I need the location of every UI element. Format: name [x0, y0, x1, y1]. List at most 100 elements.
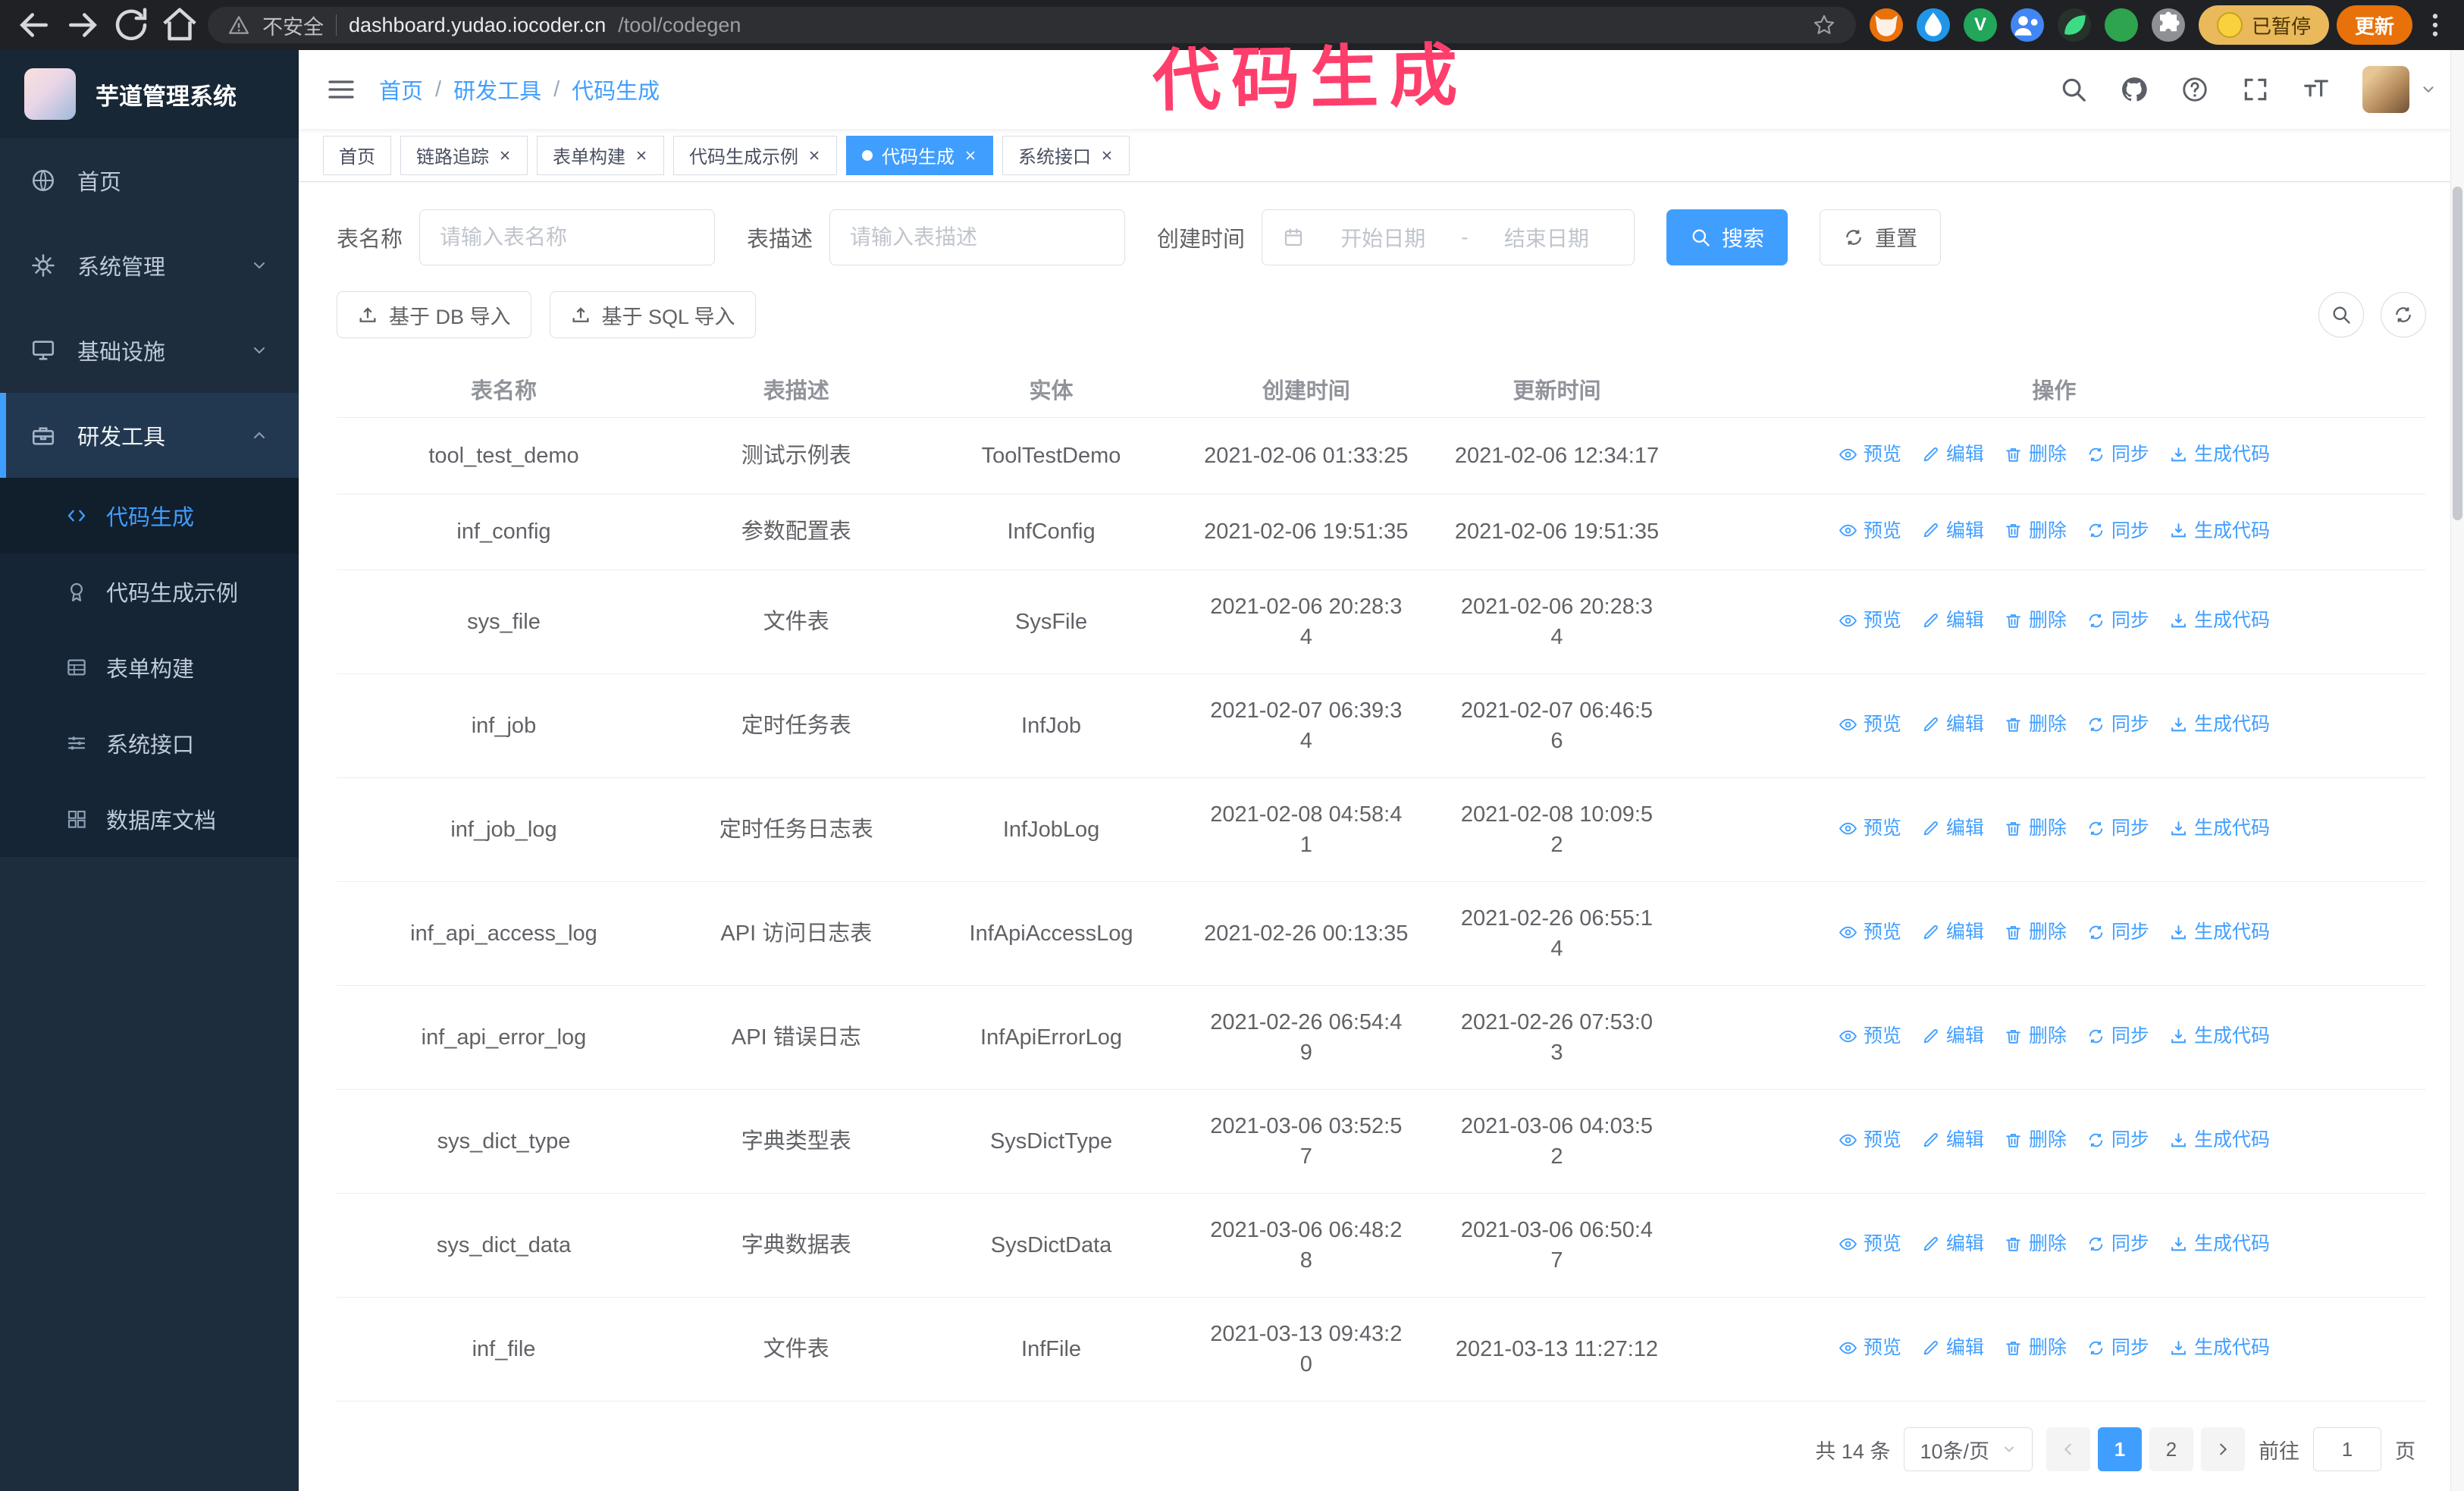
- sidebar-item-form-builder[interactable]: 表单构建: [0, 629, 299, 705]
- action-delete[interactable]: 删除: [2004, 605, 2067, 636]
- import-db-button[interactable]: 基于 DB 导入: [337, 291, 531, 338]
- date-range-picker[interactable]: 开始日期 - 结束日期: [1262, 209, 1635, 265]
- browser-update-button[interactable]: 更新: [2336, 5, 2412, 45]
- action-preview[interactable]: 预览: [1839, 1229, 1901, 1259]
- action-generate-code[interactable]: 生成代码: [2169, 439, 2270, 469]
- action-preview[interactable]: 预览: [1839, 516, 1901, 546]
- action-generate-code[interactable]: 生成代码: [2169, 516, 2270, 546]
- import-sql-button[interactable]: 基于 SQL 导入: [549, 291, 756, 338]
- address-bar[interactable]: 不安全 dashboard.yudao.iocoder.cn /tool/cod…: [208, 7, 1856, 43]
- sidebar-item-codegen[interactable]: 代码生成: [0, 478, 299, 554]
- table-desc-input[interactable]: [829, 209, 1126, 265]
- pagination-prev-button[interactable]: [2046, 1427, 2090, 1471]
- sidebar-item-dev-tools[interactable]: 研发工具: [0, 393, 299, 478]
- help-icon[interactable]: [2180, 75, 2209, 104]
- sidebar-item-codegen-example[interactable]: 代码生成示例: [0, 554, 299, 629]
- action-sync[interactable]: 同步: [2086, 439, 2149, 469]
- tab-close-icon[interactable]: [498, 149, 512, 162]
- action-edit[interactable]: 编辑: [1921, 917, 1984, 947]
- github-icon[interactable]: [2120, 75, 2149, 104]
- reset-button[interactable]: 重置: [1820, 209, 1942, 265]
- tab-home[interactable]: 首页: [323, 135, 391, 175]
- action-edit[interactable]: 编辑: [1921, 439, 1984, 469]
- scrollbar-thumb[interactable]: [2453, 187, 2462, 520]
- action-sync[interactable]: 同步: [2086, 1332, 2149, 1363]
- browser-reload-icon[interactable]: [111, 5, 152, 46]
- action-generate-code[interactable]: 生成代码: [2169, 1021, 2270, 1051]
- action-sync[interactable]: 同步: [2086, 917, 2149, 947]
- sidebar-item-home[interactable]: 首页: [0, 138, 299, 223]
- sidebar-item-db-doc[interactable]: 数据库文档: [0, 781, 299, 857]
- browser-forward-icon[interactable]: [62, 5, 103, 46]
- ext-orange-icon[interactable]: [1869, 8, 1903, 42]
- tab-close-icon[interactable]: [1100, 149, 1114, 162]
- action-delete[interactable]: 删除: [2004, 1229, 2067, 1259]
- action-preview[interactable]: 预览: [1839, 439, 1901, 469]
- action-delete[interactable]: 删除: [2004, 709, 2067, 739]
- action-edit[interactable]: 编辑: [1921, 813, 1984, 843]
- action-generate-code[interactable]: 生成代码: [2169, 1229, 2270, 1259]
- action-preview[interactable]: 预览: [1839, 1021, 1901, 1051]
- font-size-icon[interactable]: [2302, 75, 2331, 104]
- ext-people-icon[interactable]: [2010, 8, 2044, 42]
- action-sync[interactable]: 同步: [2086, 709, 2149, 739]
- action-preview[interactable]: 预览: [1839, 917, 1901, 947]
- ext-puzzle-icon[interactable]: [2151, 8, 2185, 42]
- window-scrollbar[interactable]: [2450, 50, 2464, 1491]
- action-sync[interactable]: 同步: [2086, 605, 2149, 636]
- action-sync[interactable]: 同步: [2086, 516, 2149, 546]
- action-delete[interactable]: 删除: [2004, 1021, 2067, 1051]
- action-generate-code[interactable]: 生成代码: [2169, 813, 2270, 843]
- action-preview[interactable]: 预览: [1839, 813, 1901, 843]
- tab-tracing[interactable]: 链路追踪: [400, 135, 528, 175]
- sidebar-item-system-management[interactable]: 系统管理: [0, 223, 299, 308]
- action-generate-code[interactable]: 生成代码: [2169, 605, 2270, 636]
- action-preview[interactable]: 预览: [1839, 605, 1901, 636]
- ext-dark-icon[interactable]: [2057, 8, 2091, 42]
- action-sync[interactable]: 同步: [2086, 1229, 2149, 1259]
- browser-home-icon[interactable]: [159, 5, 200, 46]
- browser-menu-kebab-icon[interactable]: [2420, 5, 2450, 46]
- action-preview[interactable]: 预览: [1839, 1332, 1901, 1363]
- breadcrumb-item-2[interactable]: 代码生成: [572, 74, 660, 105]
- action-delete[interactable]: 删除: [2004, 1332, 2067, 1363]
- ext-blue-drop-icon[interactable]: [1916, 8, 1950, 42]
- action-edit[interactable]: 编辑: [1921, 516, 1984, 546]
- action-preview[interactable]: 预览: [1839, 1125, 1901, 1155]
- page-size-select[interactable]: 10条/页: [1904, 1427, 2033, 1471]
- action-delete[interactable]: 删除: [2004, 917, 2067, 947]
- action-preview[interactable]: 预览: [1839, 709, 1901, 739]
- action-generate-code[interactable]: 生成代码: [2169, 709, 2270, 739]
- action-edit[interactable]: 编辑: [1921, 605, 1984, 636]
- bookmark-star-icon[interactable]: [1812, 13, 1836, 37]
- action-edit[interactable]: 编辑: [1921, 709, 1984, 739]
- search-button[interactable]: 搜索: [1666, 209, 1788, 265]
- sidebar-collapse-icon[interactable]: [326, 74, 356, 105]
- tab-close-icon[interactable]: [635, 149, 648, 162]
- user-menu[interactable]: [2362, 66, 2437, 113]
- sidebar-item-system-api[interactable]: 系统接口: [0, 705, 299, 781]
- action-delete[interactable]: 删除: [2004, 813, 2067, 843]
- pagination-page-2[interactable]: 2: [2149, 1427, 2193, 1471]
- sidebar-item-infrastructure[interactable]: 基础设施: [0, 308, 299, 393]
- fullscreen-icon[interactable]: [2241, 75, 2270, 104]
- action-edit[interactable]: 编辑: [1921, 1229, 1984, 1259]
- pagination-next-button[interactable]: [2201, 1427, 2245, 1471]
- tab-system-api[interactable]: 系统接口: [1002, 135, 1130, 175]
- browser-back-icon[interactable]: [14, 5, 55, 46]
- breadcrumb-item-0[interactable]: 首页: [379, 74, 423, 105]
- refresh-table-button[interactable]: [2381, 292, 2426, 337]
- search-icon[interactable]: [2059, 75, 2088, 104]
- tab-close-icon[interactable]: [807, 149, 821, 162]
- tab-form-builder[interactable]: 表单构建: [537, 135, 664, 175]
- action-delete[interactable]: 删除: [2004, 439, 2067, 469]
- action-sync[interactable]: 同步: [2086, 1125, 2149, 1155]
- action-delete[interactable]: 删除: [2004, 1125, 2067, 1155]
- action-generate-code[interactable]: 生成代码: [2169, 1125, 2270, 1155]
- pagination-goto-input[interactable]: [2313, 1427, 2381, 1471]
- profile-paused-chip[interactable]: 已暂停: [2198, 5, 2329, 45]
- sidebar-logo[interactable]: 芋道管理系统: [0, 50, 299, 138]
- action-delete[interactable]: 删除: [2004, 516, 2067, 546]
- breadcrumb-item-1[interactable]: 研发工具: [453, 74, 541, 105]
- action-sync[interactable]: 同步: [2086, 1021, 2149, 1051]
